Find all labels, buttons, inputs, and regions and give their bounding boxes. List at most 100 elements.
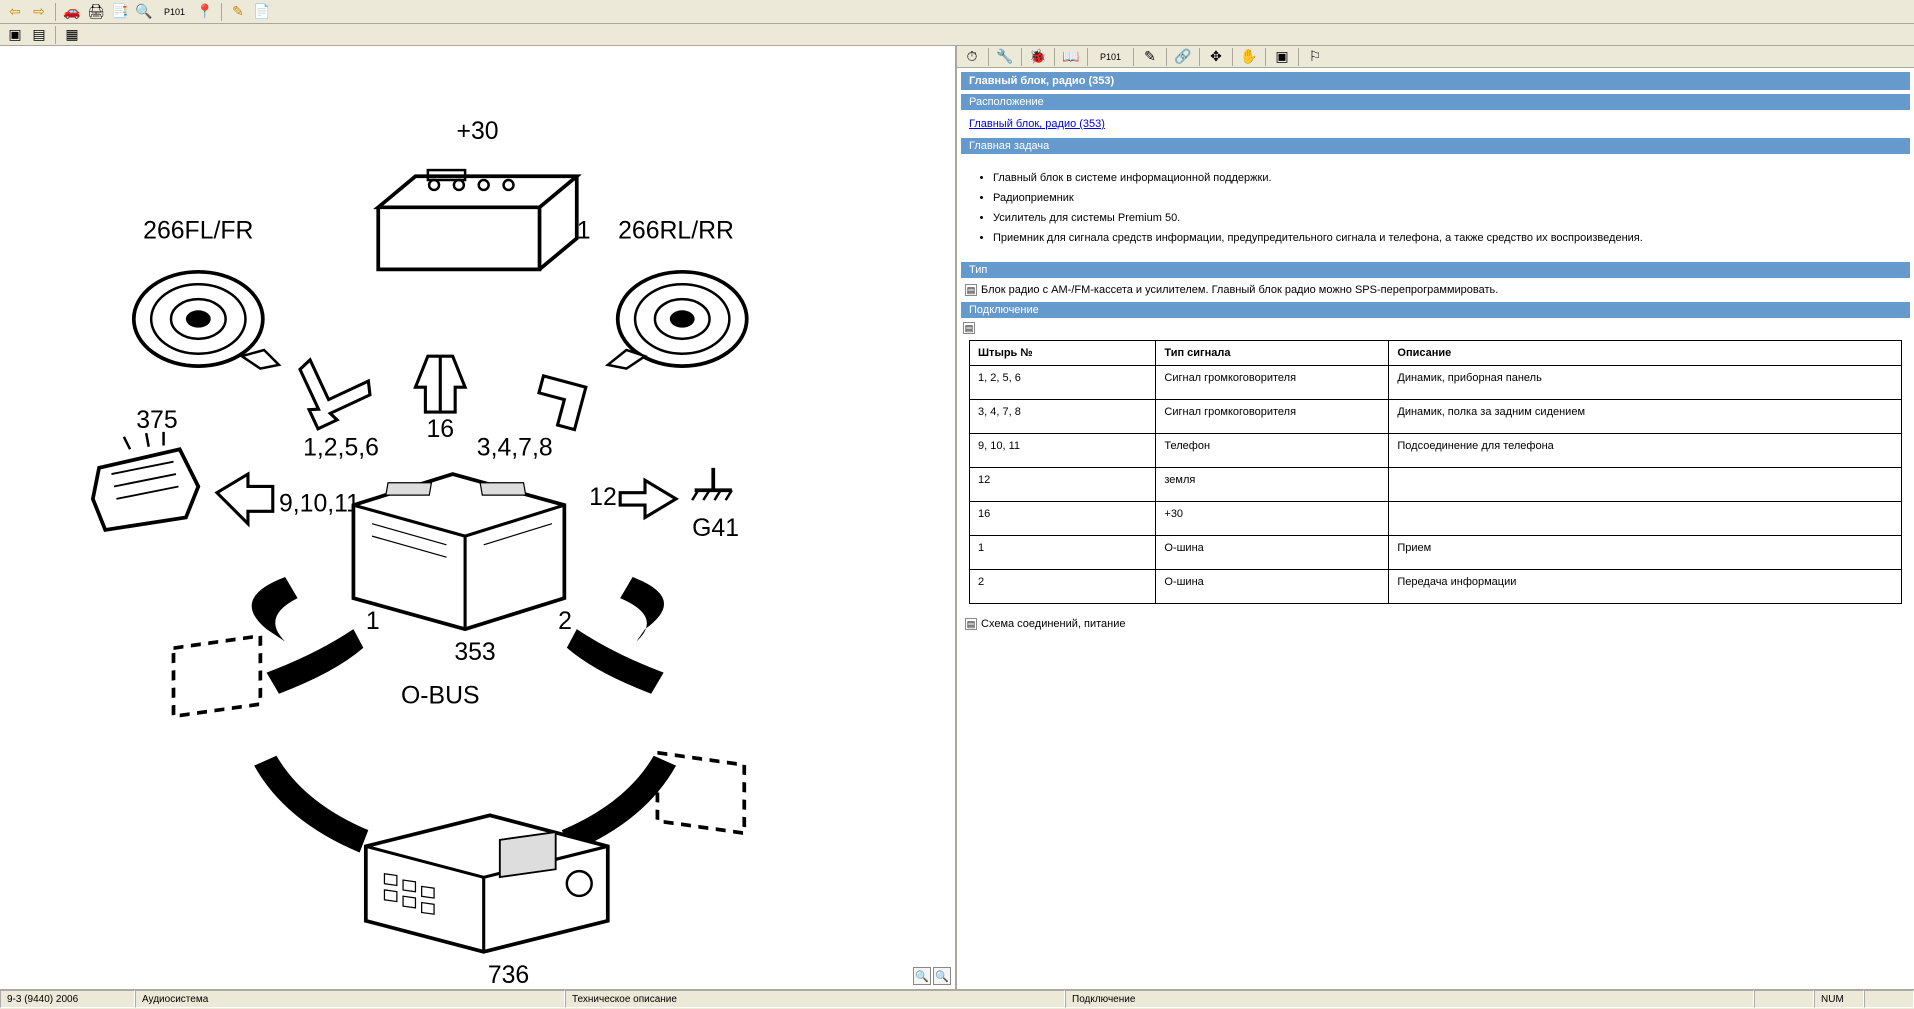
layout1-icon[interactable]: ▣ bbox=[4, 25, 26, 45]
display-736-icon bbox=[366, 815, 608, 951]
p101-button[interactable]: P101 bbox=[157, 2, 192, 22]
speaker-left-icon bbox=[134, 272, 279, 369]
book-icon[interactable]: 📖 bbox=[1060, 47, 1082, 67]
label-266flfr: 266FL/FR bbox=[143, 217, 253, 244]
separator bbox=[55, 26, 56, 44]
col-desc: Описание bbox=[1389, 341, 1902, 366]
back-button[interactable]: ⇦ bbox=[4, 2, 26, 22]
task-header: Главная задача bbox=[961, 138, 1910, 154]
label-375: 375 bbox=[136, 407, 177, 434]
table-cell: О-шина bbox=[1156, 570, 1389, 604]
left-pane: +30 1 266FL/FR bbox=[0, 46, 957, 989]
forward-button[interactable]: ⇨ bbox=[28, 2, 50, 22]
label-1256: 1,2,5,6 bbox=[303, 434, 379, 461]
table-header-row: Штырь № Тип сигнала Описание bbox=[970, 341, 1902, 366]
label-353: 353 bbox=[454, 639, 495, 666]
layout2-icon[interactable]: ▤ bbox=[28, 25, 50, 45]
content-area: +30 1 266FL/FR bbox=[0, 46, 1914, 989]
location-link[interactable]: Главный блок, радио (353) bbox=[969, 118, 1105, 130]
table-cell: 3, 4, 7, 8 bbox=[970, 400, 1156, 434]
clock-icon[interactable]: ⏱ bbox=[961, 47, 983, 67]
table-cell: +30 bbox=[1156, 502, 1389, 536]
wrench-icon[interactable]: 🔧 bbox=[994, 47, 1016, 67]
ground-g41-icon bbox=[692, 468, 732, 500]
speaker-right-icon bbox=[608, 272, 747, 369]
expand-type-button[interactable]: ▤ bbox=[965, 284, 977, 296]
status-conn: Подключение bbox=[1065, 990, 1754, 1008]
table-cell: О-шина bbox=[1156, 536, 1389, 570]
col-signal: Тип сигнала bbox=[1156, 341, 1389, 366]
print-icon[interactable]: 🖨 bbox=[85, 2, 107, 22]
link-icon[interactable]: 🔗 bbox=[1172, 47, 1194, 67]
separator bbox=[1021, 48, 1022, 66]
type-header: Тип bbox=[961, 262, 1910, 278]
diagram-viewport[interactable]: +30 1 266FL/FR bbox=[0, 46, 955, 989]
table-cell: Передача информации bbox=[1389, 570, 1902, 604]
radio-unit-353-icon bbox=[353, 474, 564, 629]
zoom-in-button[interactable]: 🔍 bbox=[913, 967, 931, 985]
task-item: Усилитель для системы Premium 50. bbox=[993, 212, 1902, 224]
pin-icon[interactable]: 📍 bbox=[194, 2, 216, 22]
info-panel[interactable]: Главный блок, радио (353) Расположение Г… bbox=[957, 68, 1914, 989]
table-cell: Сигнал громкоговорителя bbox=[1156, 400, 1389, 434]
status-extra2 bbox=[1864, 990, 1914, 1008]
zoom-out-button[interactable]: 🔍 bbox=[933, 967, 951, 985]
bug-icon[interactable]: 🐞 bbox=[1027, 47, 1049, 67]
bus-arrow-icon bbox=[254, 756, 368, 853]
flag-icon[interactable]: ⚐ bbox=[1304, 47, 1326, 67]
label-obus: O-BUS bbox=[401, 683, 480, 710]
task-item: Приемник для сигнала средств информации,… bbox=[993, 232, 1902, 244]
arrow-down-icon bbox=[415, 356, 465, 412]
label-g41: G41 bbox=[692, 515, 739, 542]
label-266rlrr: 266RL/RR bbox=[618, 217, 734, 244]
copy-icon[interactable]: 📑 bbox=[109, 2, 131, 22]
table-cell: Подсоединение для телефона bbox=[1389, 434, 1902, 468]
expand-wiring-button[interactable]: ▤ bbox=[965, 618, 977, 630]
table-cell: 16 bbox=[970, 502, 1156, 536]
expand-conn-button[interactable]: ▤ bbox=[963, 322, 975, 334]
right-toolbar: ⏱ 🔧 🐞 📖 P101 ✎ 🔗 ✥ ✋ ▣ ⚐ bbox=[957, 46, 1914, 68]
table-cell bbox=[1389, 468, 1902, 502]
status-num: NUM bbox=[1814, 990, 1864, 1008]
col-pin: Штырь № bbox=[970, 341, 1156, 366]
hand-icon[interactable]: ✋ bbox=[1238, 47, 1260, 67]
car-icon[interactable]: 🚗 bbox=[61, 2, 83, 22]
bus-arrow-icon bbox=[267, 629, 364, 694]
binoculars-icon[interactable]: 🔍 bbox=[133, 2, 155, 22]
label-736: 736 bbox=[488, 962, 529, 989]
edit-icon[interactable]: ✎ bbox=[1139, 47, 1161, 67]
label-16: 16 bbox=[426, 416, 454, 443]
table-cell: 1 bbox=[970, 536, 1156, 570]
bus-arrow-icon bbox=[567, 629, 664, 694]
table-cell: 9, 10, 11 bbox=[970, 434, 1156, 468]
window-icon[interactable]: ▣ bbox=[1271, 47, 1293, 67]
table-cell: 2 bbox=[970, 570, 1156, 604]
secondary-toolbar: ▣ ▤ ▦ bbox=[0, 24, 1914, 46]
wiring-diagram: +30 1 266FL/FR bbox=[0, 46, 955, 989]
table-cell: Динамик, полка за задним сидением bbox=[1389, 400, 1902, 434]
layout3-icon[interactable]: ▦ bbox=[61, 25, 83, 45]
zoom-controls: 🔍 🔍 bbox=[913, 967, 951, 985]
main-toolbar: ⇦ ⇨ 🚗 🖨 📑 🔍 P101 📍 ✎ 📄 bbox=[0, 0, 1914, 24]
p101-button-right[interactable]: P101 bbox=[1093, 47, 1128, 67]
table-cell: Динамик, приборная панель bbox=[1389, 366, 1902, 400]
table-cell: 1, 2, 5, 6 bbox=[970, 366, 1156, 400]
move-icon[interactable]: ✥ bbox=[1205, 47, 1227, 67]
separator bbox=[1298, 48, 1299, 66]
label-3478: 3,4,7,8 bbox=[477, 434, 553, 461]
table-cell: земля bbox=[1156, 468, 1389, 502]
title-header: Главный блок, радио (353) bbox=[961, 72, 1910, 90]
table-cell: Телефон bbox=[1156, 434, 1389, 468]
pencil-icon[interactable]: ✎ bbox=[227, 2, 249, 22]
battery-icon bbox=[378, 170, 577, 269]
note-icon[interactable]: 📄 bbox=[251, 2, 273, 22]
conn-header: Подключение bbox=[961, 302, 1910, 318]
table-cell: 12 bbox=[970, 468, 1156, 502]
arrow-right-icon bbox=[620, 480, 676, 517]
connector-375-icon bbox=[93, 432, 198, 530]
label-91011: 9,10,11 bbox=[279, 490, 360, 517]
arrow-left-icon bbox=[217, 474, 273, 524]
separator bbox=[1199, 48, 1200, 66]
table-cell bbox=[1389, 502, 1902, 536]
separator bbox=[1166, 48, 1167, 66]
